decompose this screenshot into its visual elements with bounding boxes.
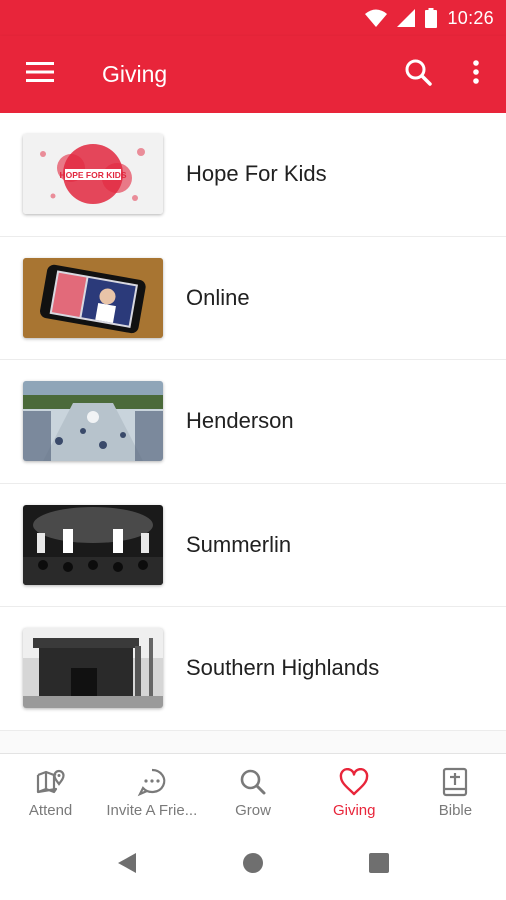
heart-icon <box>339 766 369 798</box>
hamburger-icon <box>26 61 54 88</box>
southern-highlands-thumbnail <box>23 628 163 709</box>
chat-bubble-icon <box>137 766 167 798</box>
battery-icon <box>425 8 438 28</box>
overflow-menu-button[interactable] <box>446 36 506 113</box>
nav-grow[interactable]: Grow <box>202 754 303 830</box>
status-time: 10:26 <box>447 7 494 28</box>
hope-for-kids-thumbnail: HOPE FOR KIDS <box>23 134 163 215</box>
nav-giving[interactable]: Giving <box>304 754 405 830</box>
signal-icon <box>397 9 416 27</box>
wifi-icon <box>365 9 388 27</box>
nav-invite-a-friend[interactable]: Invite A Frie... <box>101 754 202 830</box>
list-item-southern-highlands[interactable]: Southern Highlands <box>0 607 506 731</box>
list-item-online[interactable]: Online <box>0 236 506 360</box>
nav-label: Bible <box>438 801 473 819</box>
nav-label: Giving <box>332 801 376 819</box>
menu-button[interactable] <box>0 36 80 113</box>
henderson-thumbnail <box>23 381 163 462</box>
nav-label: Attend <box>28 801 73 819</box>
list-item-label: Summerlin <box>186 531 292 557</box>
home-icon[interactable] <box>242 852 264 879</box>
map-pin-icon <box>36 766 66 798</box>
more-vertical-icon <box>473 60 479 89</box>
nav-label: Invite A Frie... <box>106 801 198 819</box>
search-icon <box>404 58 432 91</box>
recents-icon[interactable] <box>368 852 390 879</box>
bible-icon <box>442 766 468 798</box>
giving-list: HOPE FOR KIDS Hope For Kids Online Hende… <box>0 113 506 753</box>
nav-bible[interactable]: Bible <box>405 754 506 830</box>
list-item-label: Hope For Kids <box>186 161 327 187</box>
list-item-label: Online <box>186 284 250 310</box>
app-bar: Giving <box>0 36 506 113</box>
summerlin-thumbnail <box>23 504 163 585</box>
online-thumbnail <box>23 257 163 338</box>
system-navigation-bar <box>0 830 506 900</box>
search-button[interactable] <box>390 36 446 113</box>
thumb-text: HOPE FOR KIDS <box>59 170 126 180</box>
list-item-label: Henderson <box>186 408 294 434</box>
search-icon <box>239 766 267 798</box>
list-item-summerlin[interactable]: Summerlin <box>0 483 506 607</box>
list-item-label: Southern Highlands <box>186 655 380 681</box>
nav-attend[interactable]: Attend <box>0 754 101 830</box>
list-item-hope-for-kids[interactable]: HOPE FOR KIDS Hope For Kids <box>0 113 506 237</box>
bottom-navigation: Attend Invite A Frie... Grow Giving Bibl… <box>0 753 506 830</box>
list-item-henderson[interactable]: Henderson <box>0 360 506 484</box>
status-bar: 10:26 <box>0 0 506 36</box>
page-title: Giving <box>102 61 168 87</box>
nav-label: Grow <box>235 801 271 819</box>
back-icon[interactable] <box>116 851 138 880</box>
